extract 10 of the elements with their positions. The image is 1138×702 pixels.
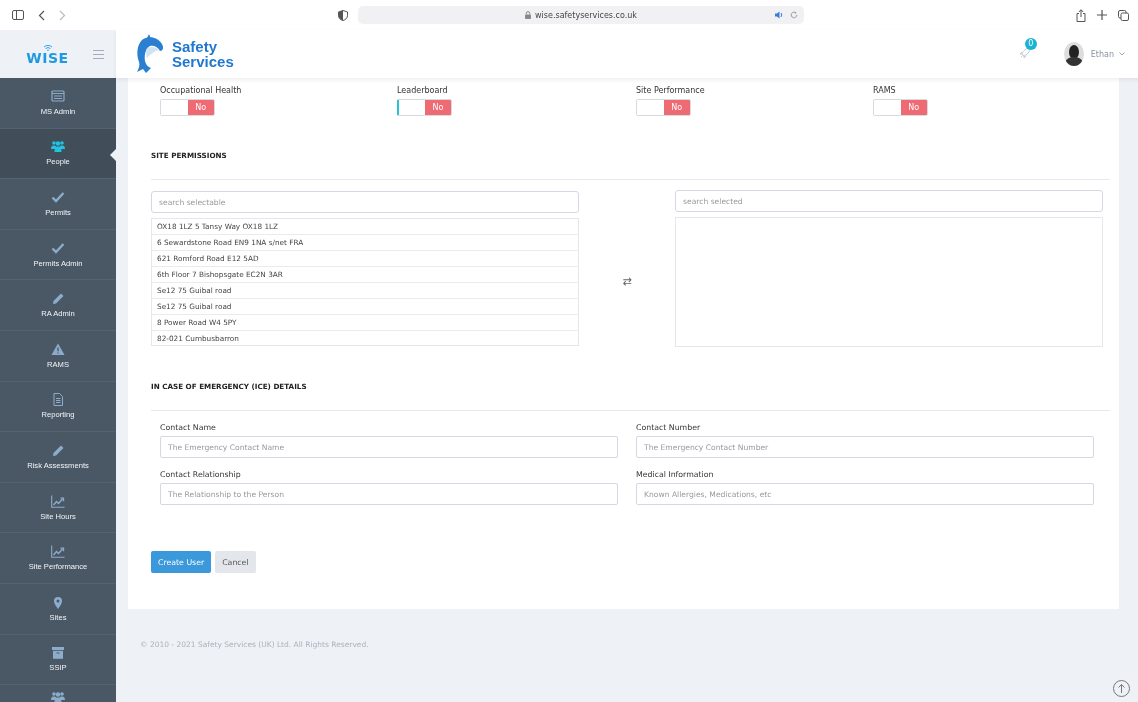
- permission-label: Occupational Health: [160, 86, 242, 96]
- permission-label: Leaderboard: [397, 86, 448, 96]
- address-bar[interactable]: wise.safetyservices.co.uk: [358, 6, 804, 24]
- swap-icon[interactable]: ⇄: [622, 274, 632, 288]
- permission-label: Site Performance: [636, 86, 705, 96]
- notification-badge: 0: [1024, 38, 1037, 50]
- url-text[interactable]: wise.safetyservices.co.uk: [535, 10, 637, 20]
- brand-name: Services: [172, 54, 234, 69]
- wise-logo: WISE: [26, 50, 69, 65]
- permission-label: RAMS: [873, 86, 896, 96]
